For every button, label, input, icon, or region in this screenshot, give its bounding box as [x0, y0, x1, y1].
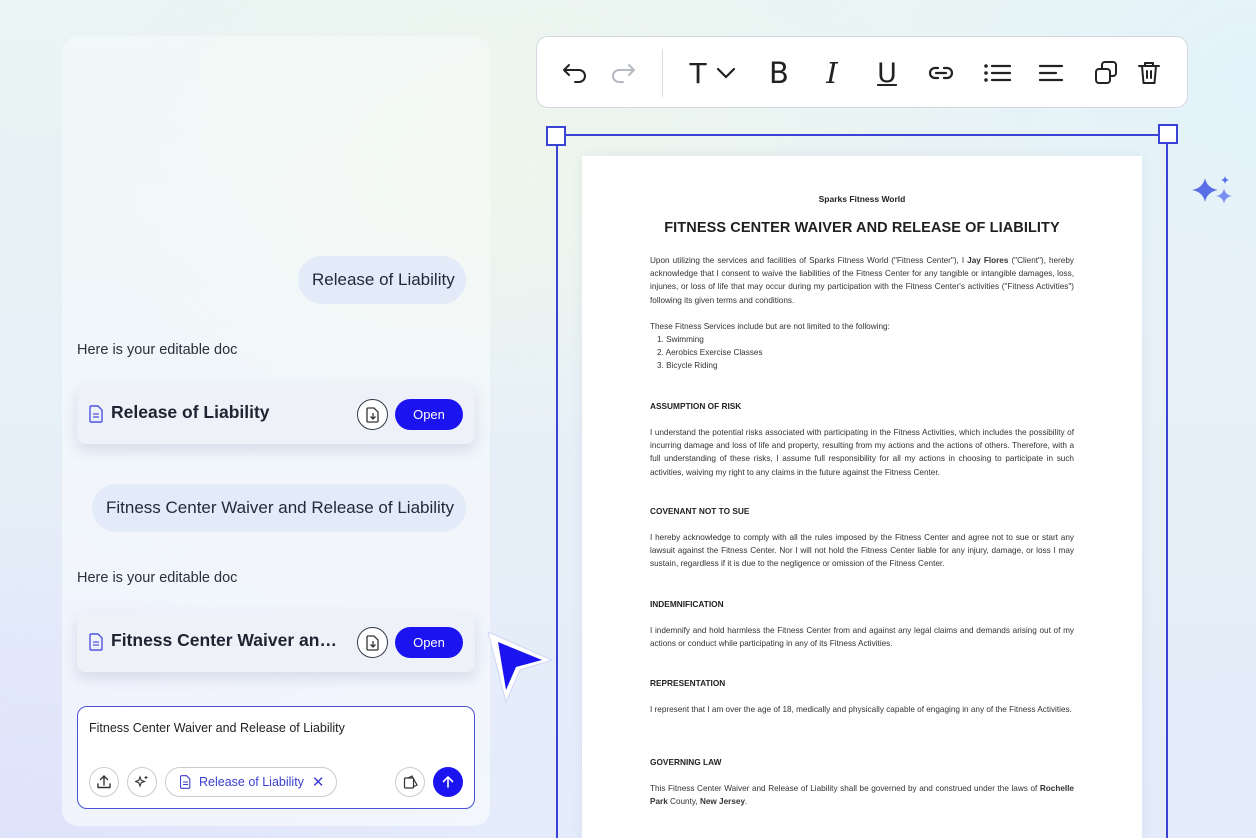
ai-assist-button[interactable] [127, 767, 157, 797]
section-body: I indemnify and hold harmless the Fitnes… [650, 626, 1074, 649]
services-list: 1. Swimming 2. Aerobics Exercise Classes… [657, 333, 763, 373]
link-button[interactable] [925, 57, 957, 89]
italic-icon: I [826, 56, 838, 90]
duplicate-button[interactable] [1090, 57, 1122, 89]
bold-icon: B [769, 56, 789, 90]
section-body: I represent that I am over the age of 18… [650, 705, 1072, 714]
user-message: Release of Liability [298, 256, 466, 304]
attached-doc-chip[interactable]: Release of Liability ✕ [165, 767, 337, 797]
download-icon [365, 634, 379, 651]
resize-handle-top-left[interactable] [546, 126, 566, 146]
text-style-button[interactable]: T [684, 56, 742, 90]
services-intro: These Fitness Services include but are n… [650, 322, 890, 331]
section-body: This Fitness Center Waiver and Release o… [650, 784, 1074, 807]
document-org: Sparks Fitness World [818, 194, 906, 204]
chat-panel: Release of Liability Here is your editab… [62, 36, 490, 826]
cursor-pointer-icon [487, 631, 554, 704]
delete-icon [1138, 62, 1160, 84]
resize-handle-top-right[interactable] [1158, 124, 1178, 144]
section-heading: REPRESENTATION [650, 678, 726, 688]
assistant-message: Here is your editable doc [77, 342, 238, 358]
client-name: Jay Flores [967, 256, 1009, 265]
editor-toolbar: T B I U [536, 36, 1188, 108]
list-icon [984, 64, 1011, 82]
doc-card[interactable]: Fitness Center Waiver and Release of Lia… [77, 612, 475, 672]
download-icon [365, 406, 379, 423]
document-icon [89, 633, 103, 651]
section-heading: COVENANT NOT TO SUE [650, 506, 750, 516]
doc-card-title: Release of Liability [111, 402, 270, 422]
undo-icon [563, 64, 586, 83]
section-heading: INDEMNIFICATION [650, 599, 724, 609]
underline-button[interactable]: U [871, 57, 903, 89]
italic-button[interactable]: I [816, 56, 848, 90]
send-button[interactable] [433, 767, 463, 797]
redo-icon [612, 64, 635, 83]
user-message: Fitness Center Waiver and Release of Lia… [92, 484, 466, 532]
doc-card[interactable]: Release of Liability Open [77, 384, 475, 444]
remove-chip-icon[interactable]: ✕ [312, 773, 325, 791]
chevron-down-icon [716, 67, 735, 79]
open-button[interactable]: Open [395, 399, 463, 430]
align-icon [1038, 64, 1064, 82]
open-button[interactable]: Open [395, 627, 463, 658]
section-body: I hereby acknowledge to comply with all … [650, 533, 1074, 569]
list-item: 3. Bicycle Riding [657, 361, 718, 371]
arrow-up-icon [442, 776, 454, 788]
redo-button[interactable] [607, 57, 639, 89]
document-icon [89, 405, 103, 423]
bullet-list-button[interactable] [981, 57, 1013, 89]
align-button[interactable] [1035, 57, 1067, 89]
underline-icon: U [877, 57, 897, 89]
upload-icon [97, 775, 111, 789]
toolbar-divider [662, 49, 663, 97]
intro-paragraph: Upon utilizing the services and faciliti… [650, 256, 1074, 305]
doc-card-title: Fitness Center Waiver and Release of Lia… [111, 630, 347, 650]
document-icon [180, 775, 191, 789]
section-body: I understand the potential risks associa… [650, 428, 1074, 477]
sparkle-icon [135, 775, 148, 788]
document-page[interactable]: Sparks Fitness World FITNESS CENTER WAIV… [582, 156, 1142, 838]
text-style-icon: T [689, 56, 707, 90]
undo-button[interactable] [559, 57, 591, 89]
list-item: 2. Aerobics Exercise Classes [657, 348, 763, 358]
document-title: FITNESS CENTER WAIVER AND RELEASE OF LIA… [664, 220, 1060, 236]
download-button[interactable] [357, 627, 388, 658]
link-icon [928, 66, 954, 80]
assistant-message: Here is your editable doc [77, 570, 238, 586]
composer-input[interactable]: Fitness Center Waiver and Release of Lia… [89, 721, 345, 735]
section-heading: ASSUMPTION OF RISK [650, 401, 742, 411]
section-heading: GOVERNING LAW [650, 757, 722, 767]
template-button[interactable] [395, 767, 425, 797]
list-item: 1. Swimming [657, 335, 704, 344]
template-icon [403, 774, 418, 789]
delete-button[interactable] [1133, 57, 1165, 89]
message-composer[interactable]: Fitness Center Waiver and Release of Lia… [77, 706, 475, 809]
bold-button[interactable]: B [763, 56, 795, 90]
download-button[interactable] [357, 399, 388, 430]
chip-label: Release of Liability [199, 775, 304, 789]
sparkle-icon [1192, 176, 1232, 204]
duplicate-icon [1095, 61, 1117, 84]
upload-button[interactable] [89, 767, 119, 797]
